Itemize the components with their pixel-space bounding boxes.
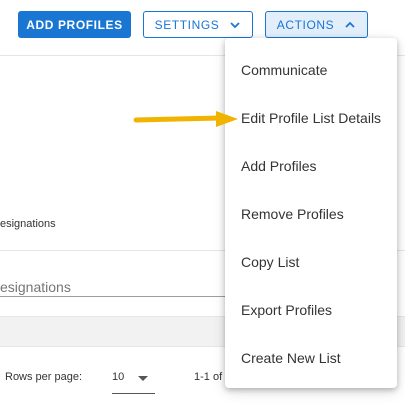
arrow-right-icon (133, 111, 238, 127)
add-profiles-label: ADD PROFILES (26, 17, 123, 32)
menu-item-edit-profile-list-details[interactable]: Edit Profile List Details (225, 96, 397, 140)
rows-per-page-label: Rows per page: (5, 371, 83, 383)
rows-per-page-select[interactable]: 10 (112, 366, 155, 394)
chevron-up-icon (344, 19, 356, 31)
chevron-down-icon (229, 19, 241, 31)
settings-button[interactable]: SETTINGS (143, 11, 253, 38)
actions-button[interactable]: ACTIONS (265, 11, 368, 38)
select-underline (112, 393, 155, 394)
menu-item-label: Communicate (241, 62, 328, 78)
menu-item-label: Remove Profiles (241, 206, 344, 222)
designations-label: esignations (0, 218, 56, 230)
menu-item-export-profiles[interactable]: Export Profiles (225, 288, 397, 332)
menu-item-add-profiles[interactable]: Add Profiles (225, 144, 397, 188)
designations-input[interactable] (0, 276, 230, 298)
menu-item-label: Add Profiles (241, 158, 317, 174)
menu-item-create-new-list[interactable]: Create New List (225, 336, 397, 380)
menu-item-remove-profiles[interactable]: Remove Profiles (225, 192, 397, 236)
add-profiles-button[interactable]: ADD PROFILES (18, 11, 131, 38)
menu-item-copy-list[interactable]: Copy List (225, 240, 397, 284)
actions-label: ACTIONS (276, 17, 335, 32)
caret-down-icon (138, 376, 148, 381)
menu-item-communicate[interactable]: Communicate (225, 48, 397, 92)
pagination-range: 1-1 of (194, 371, 223, 383)
rows-per-page-value: 10 (112, 371, 125, 383)
designations-input-underline (0, 296, 230, 297)
menu-item-label: Copy List (241, 254, 300, 270)
menu-item-label: Create New List (241, 350, 341, 366)
menu-item-label: Edit Profile List Details (241, 110, 382, 126)
settings-label: SETTINGS (154, 17, 220, 32)
actions-menu: Communicate Edit Profile List Details Ad… (225, 38, 397, 388)
menu-item-label: Export Profiles (241, 302, 333, 318)
